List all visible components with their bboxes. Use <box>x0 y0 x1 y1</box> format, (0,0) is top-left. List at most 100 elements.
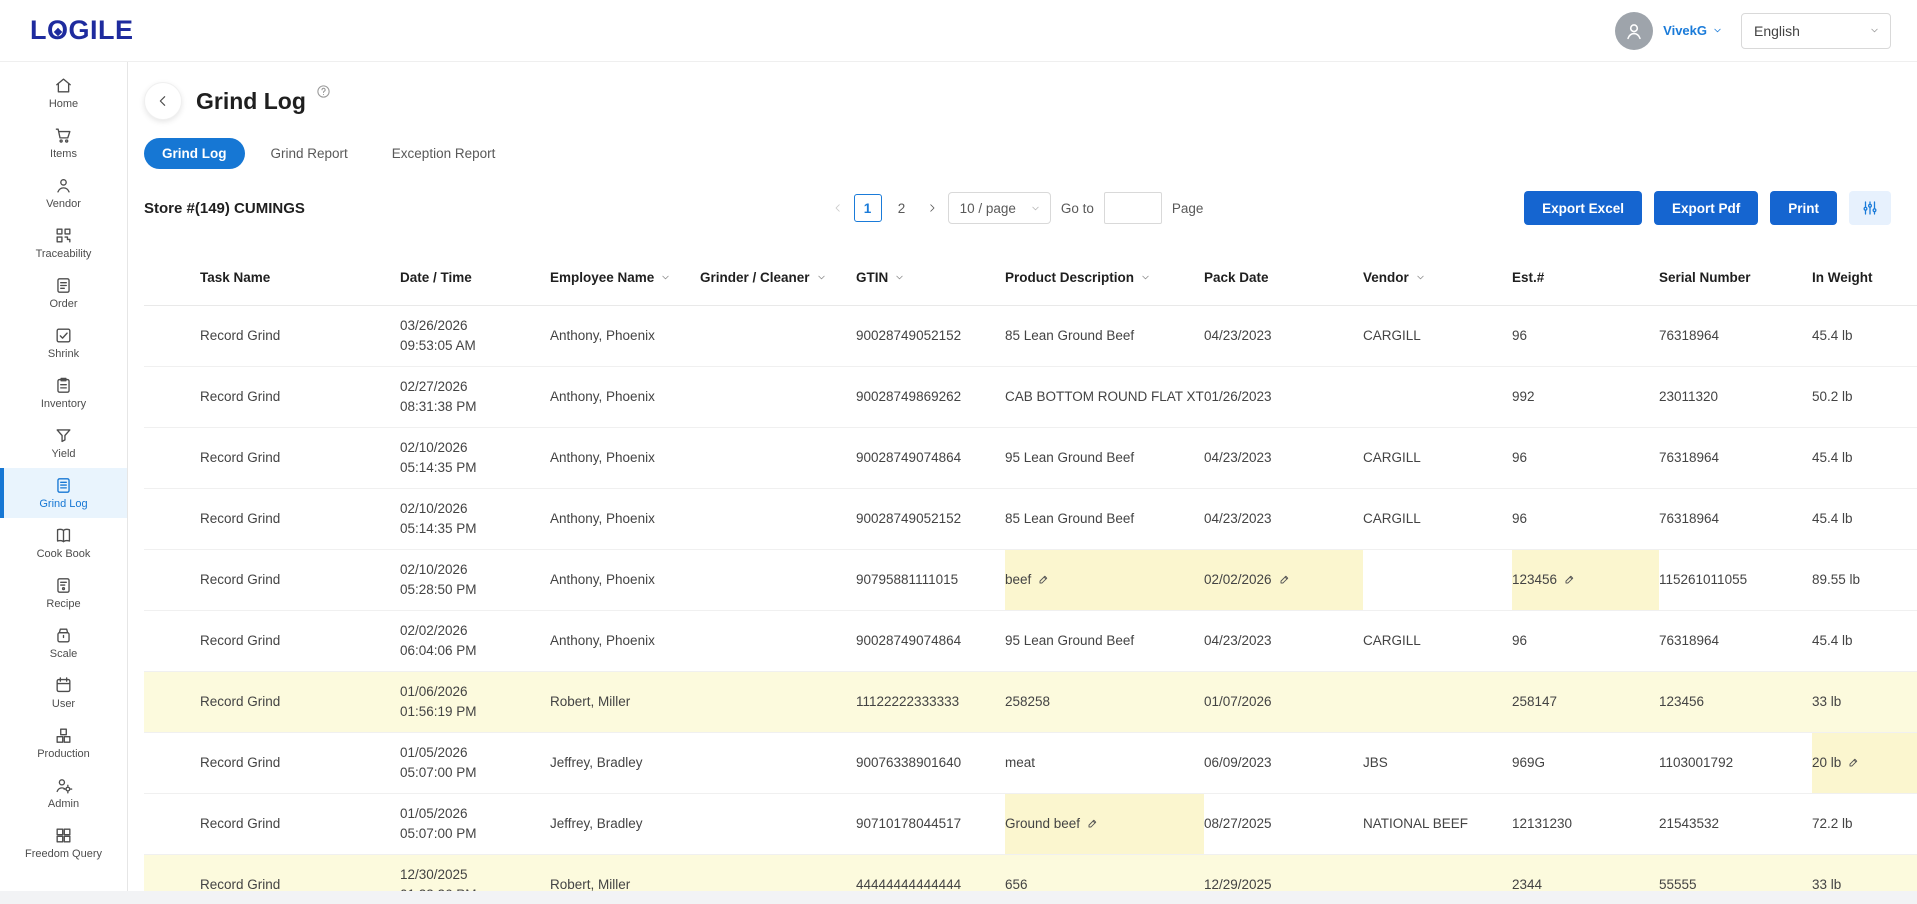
table-row: Record Grind01/06/202601:56:19 PMRobert,… <box>144 671 1917 732</box>
cell-value: 95 Lean Ground Beef <box>1005 633 1134 648</box>
language-select[interactable]: English <box>1741 13 1891 49</box>
scale-icon <box>54 626 73 645</box>
tab-grind-log[interactable]: Grind Log <box>144 138 245 169</box>
sidebar-item-order[interactable]: Order <box>0 268 127 318</box>
column-header-date-time: Date / Time <box>400 251 550 305</box>
sidebar-item-yield[interactable]: Yield <box>0 418 127 468</box>
cell-datetime: 02/10/202605:14:35 PM <box>400 488 550 549</box>
store-name: Store #(149) CUMINGS <box>144 200 832 217</box>
controls-row: Store #(149) CUMINGS 12 10 / page Go to … <box>144 191 1917 225</box>
export-pdf-button[interactable]: Export Pdf <box>1654 191 1758 225</box>
cell-value: 45.4 lb <box>1812 511 1853 526</box>
sidebar-item-shrink[interactable]: Shrink <box>0 318 127 368</box>
column-header-vendor[interactable]: Vendor <box>1363 251 1512 305</box>
edit-pencil-icon[interactable] <box>1563 573 1576 586</box>
next-page-icon[interactable] <box>926 202 938 214</box>
production-icon <box>54 726 73 745</box>
cell-value: Anthony, Phoenix <box>550 633 655 648</box>
avatar[interactable] <box>1615 12 1653 50</box>
sidebar-item-production[interactable]: Production <box>0 718 127 768</box>
column-header-gtin[interactable]: GTIN <box>856 251 1005 305</box>
page-number-2[interactable]: 2 <box>888 194 916 222</box>
column-header-employee-name[interactable]: Employee Name <box>550 251 700 305</box>
pagination: 12 10 / page Go to Page <box>832 192 1204 224</box>
cell-gtin: 90028749074864 <box>856 427 1005 488</box>
tab-exception-report[interactable]: Exception Report <box>374 138 514 169</box>
cell-time: 08:31:38 PM <box>400 397 540 417</box>
freedom-query-icon <box>54 826 73 845</box>
user-menu[interactable]: VivekG <box>1663 23 1723 38</box>
recipe-icon <box>54 576 73 595</box>
cell-value: Robert, Miller <box>550 694 630 709</box>
cell-gtin: 90076338901640 <box>856 732 1005 793</box>
cell-value: Anthony, Phoenix <box>550 389 655 404</box>
column-header-grinder-cleaner[interactable]: Grinder / Cleaner <box>700 251 856 305</box>
sidebar-item-scale[interactable]: Scale <box>0 618 127 668</box>
sidebar-item-admin[interactable]: Admin <box>0 768 127 818</box>
column-label: Serial Number <box>1659 270 1751 285</box>
page-title: Grind Log <box>196 88 306 115</box>
column-header-est: Est.# <box>1512 251 1659 305</box>
chevron-down-icon <box>1030 203 1041 214</box>
cell-serial: 1103001792 <box>1659 732 1812 793</box>
cell-gtin: 90028749869262 <box>856 366 1005 427</box>
cell-value: 96 <box>1512 328 1527 343</box>
cell-pack-date: 01/26/2023 <box>1204 366 1363 427</box>
cell-value: Record Grind <box>200 633 280 648</box>
sidebar-item-inventory[interactable]: Inventory <box>0 368 127 418</box>
sidebar-item-traceability[interactable]: Traceability <box>0 218 127 268</box>
cell-grinder <box>700 793 856 854</box>
back-button[interactable] <box>144 82 182 120</box>
cell-in-weight: 45.4 lb <box>1812 305 1917 366</box>
cell-value: 11122222333333 <box>856 694 959 709</box>
cell-employee: Anthony, Phoenix <box>550 427 700 488</box>
export-excel-button[interactable]: Export Excel <box>1524 191 1642 225</box>
prev-page-icon[interactable] <box>832 202 844 214</box>
sidebar-item-vendor[interactable]: Vendor <box>0 168 127 218</box>
cell-time: 06:04:06 PM <box>400 641 540 661</box>
chevron-down-icon <box>1140 272 1151 283</box>
page-label: Page <box>1172 201 1204 216</box>
table-row: Record Grind02/10/202605:14:35 PMAnthony… <box>144 488 1917 549</box>
filter-button[interactable] <box>1849 191 1891 225</box>
cell-value: 96 <box>1512 511 1527 526</box>
cell-date: 02/10/2026 <box>400 499 540 519</box>
cell-in-weight: 33 lb <box>1812 671 1917 732</box>
avatar-person-icon <box>1623 20 1645 42</box>
edit-pencil-icon[interactable] <box>1278 573 1291 586</box>
print-button[interactable]: Print <box>1770 191 1837 225</box>
sidebar-item-items[interactable]: Items <box>0 118 127 168</box>
cell-vendor: CARGILL <box>1363 427 1512 488</box>
edit-pencil-icon[interactable] <box>1086 817 1099 830</box>
cell-datetime: 01/05/202605:07:00 PM <box>400 793 550 854</box>
sidebar-item-home[interactable]: Home <box>0 68 127 118</box>
cell-in-weight: 72.2 lb <box>1812 793 1917 854</box>
cell-value: 55555 <box>1659 877 1697 892</box>
edit-pencil-icon[interactable] <box>1037 573 1050 586</box>
sidebar-item-recipe[interactable]: Recipe <box>0 568 127 618</box>
body-row: HomeItemsVendorTraceabilityOrderShrinkIn… <box>0 62 1917 904</box>
tab-grind-report[interactable]: Grind Report <box>253 138 366 169</box>
edit-pencil-icon[interactable] <box>1847 756 1860 769</box>
logile-logo: LOGILE <box>30 15 134 46</box>
page-number-1[interactable]: 1 <box>854 194 882 222</box>
goto-page-input[interactable] <box>1104 192 1162 224</box>
sidebar-item-cook-book[interactable]: Cook Book <box>0 518 127 568</box>
cell-task: Record Grind <box>144 488 400 549</box>
cell-employee: Jeffrey, Bradley <box>550 732 700 793</box>
cell-value: 992 <box>1512 389 1535 404</box>
sidebar-item-grind-log[interactable]: Grind Log <box>0 468 127 518</box>
cell-value: Record Grind <box>200 877 280 892</box>
cell-datetime: 02/27/202608:31:38 PM <box>400 366 550 427</box>
help-icon[interactable] <box>316 84 331 99</box>
page-size-select[interactable]: 10 / page <box>948 192 1051 224</box>
action-buttons: Export Excel Export Pdf Print <box>1203 191 1891 225</box>
column-header-in-weight: In Weight <box>1812 251 1917 305</box>
sidebar-item-user[interactable]: User <box>0 668 127 718</box>
cell-pack-date: 04/23/2023 <box>1204 488 1363 549</box>
column-header-product-description[interactable]: Product Description <box>1005 251 1204 305</box>
sidebar-item-freedom-query[interactable]: Freedom Query <box>0 818 127 868</box>
cell-date: 02/27/2026 <box>400 377 540 397</box>
cell-datetime: 01/06/202601:56:19 PM <box>400 671 550 732</box>
cell-date: 02/10/2026 <box>400 560 540 580</box>
